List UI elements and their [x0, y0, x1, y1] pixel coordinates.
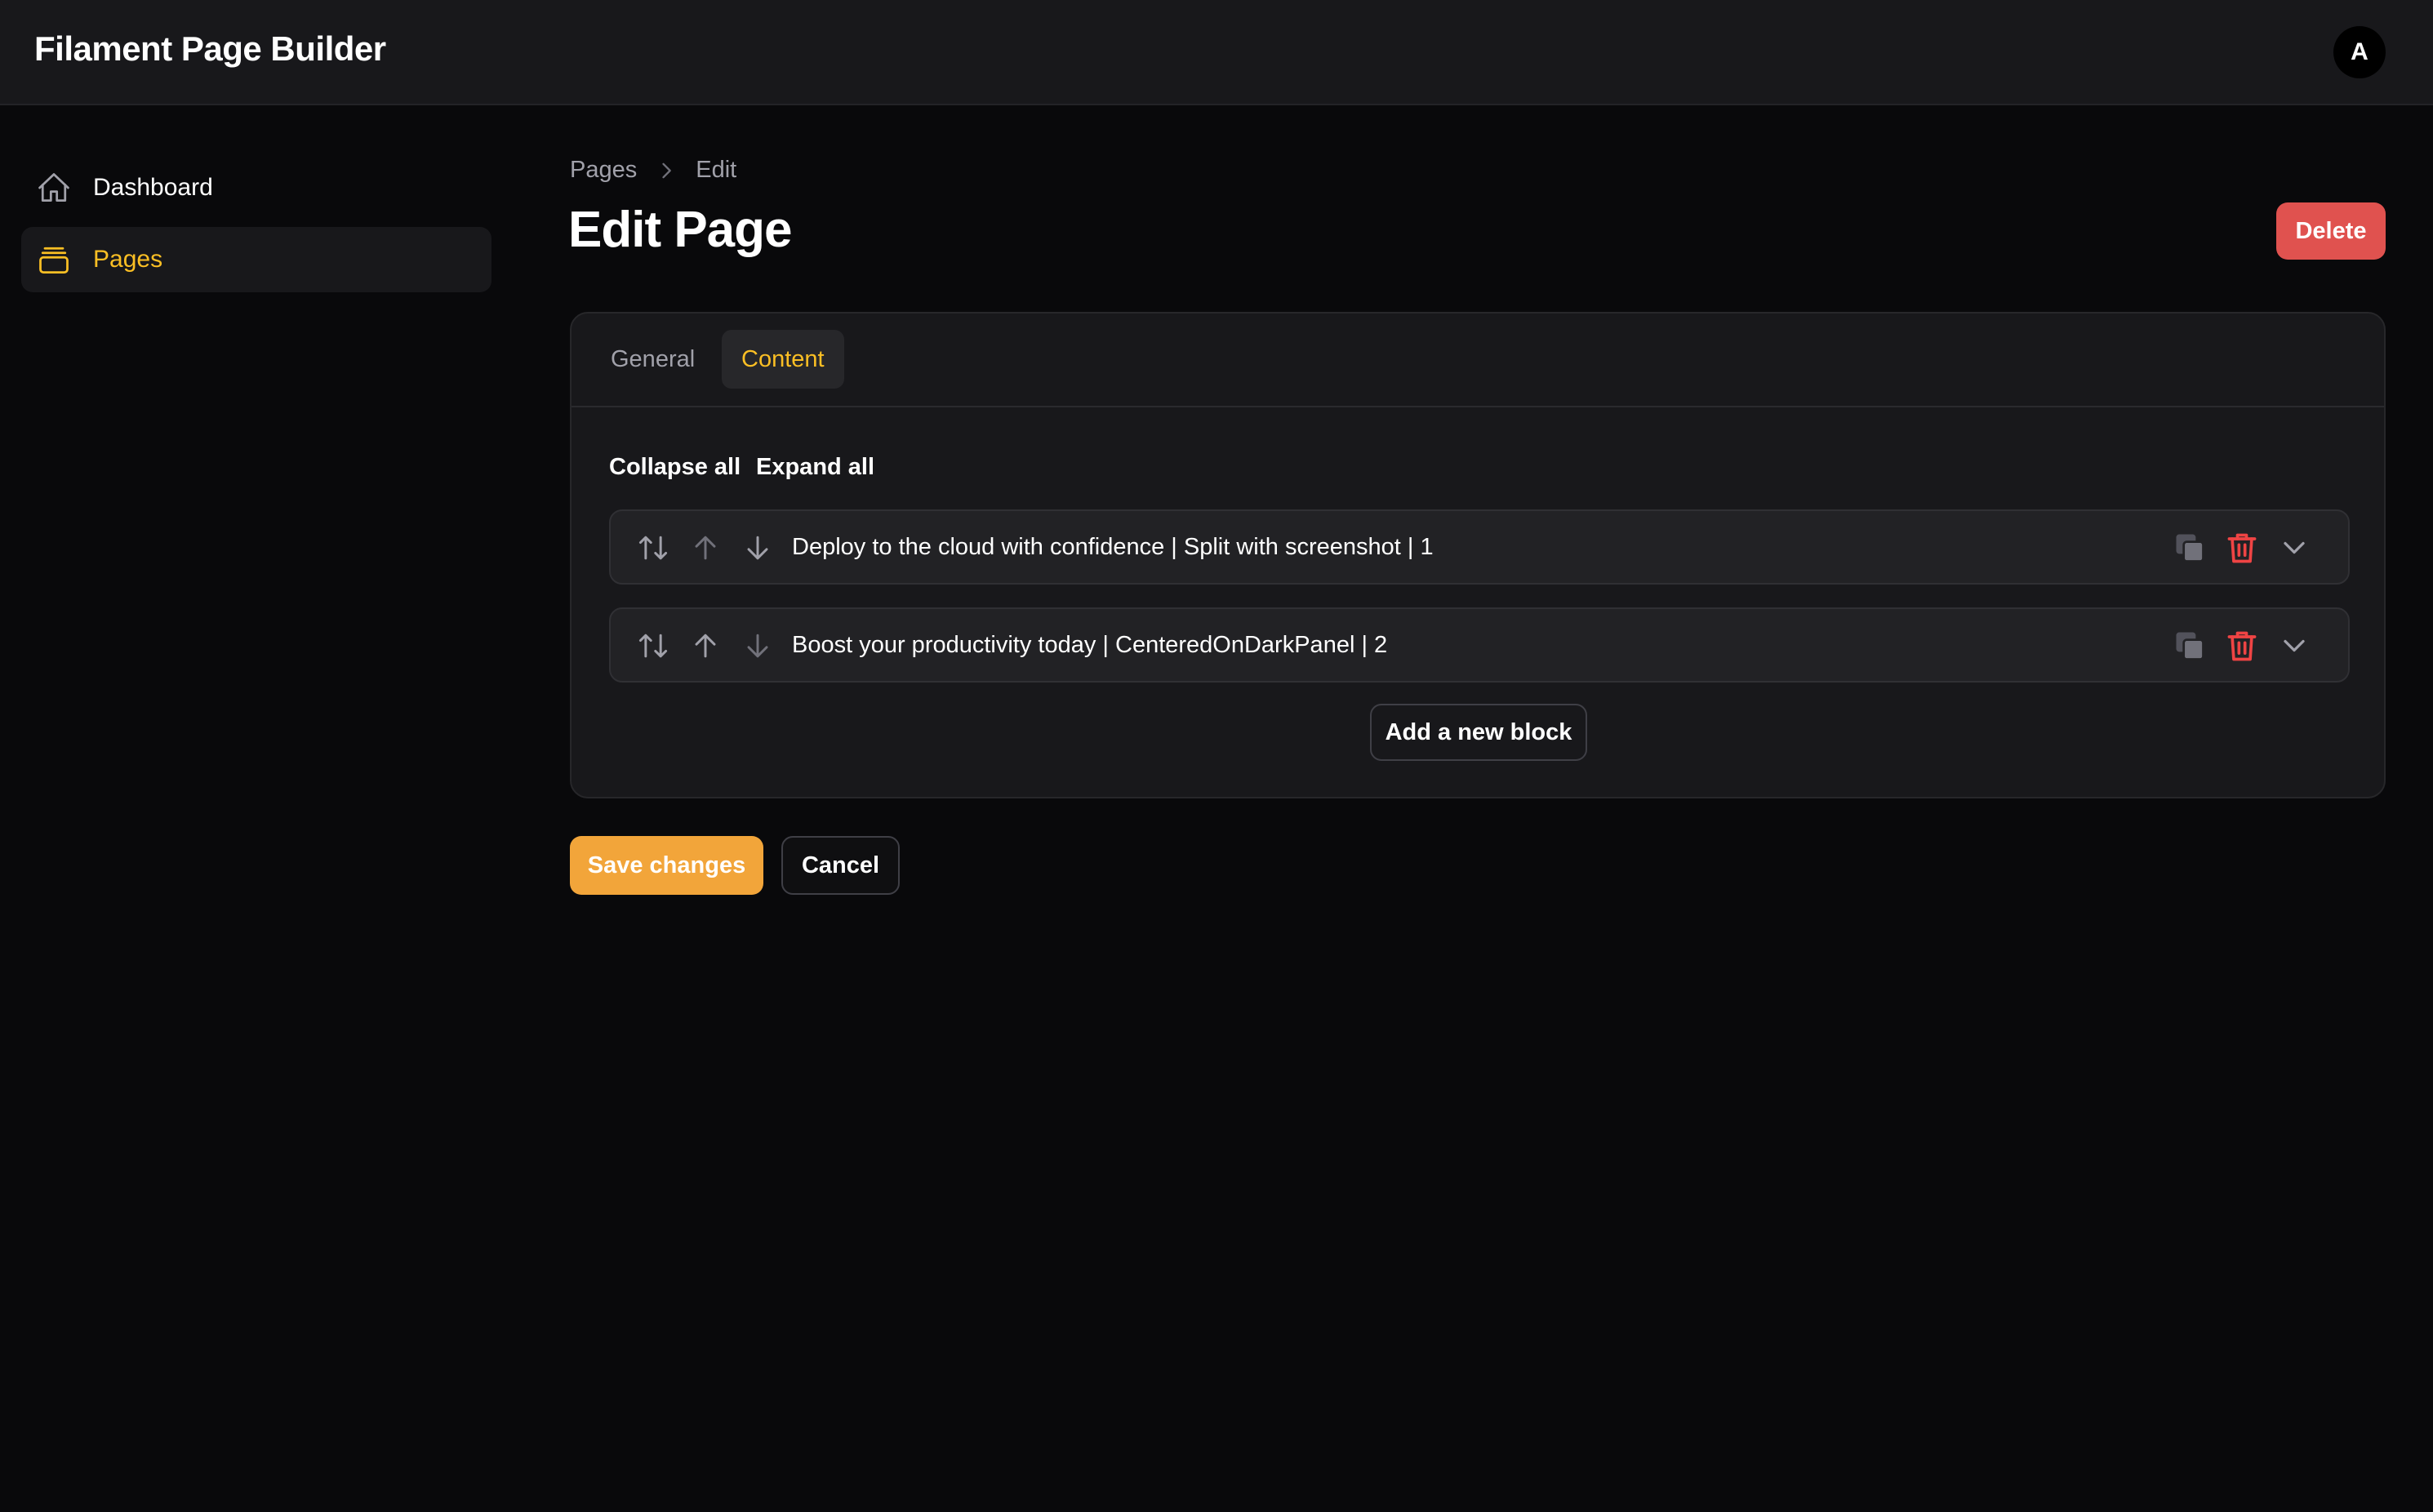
arrow-down-icon[interactable]: [740, 628, 776, 664]
sidebar: Dashboard Pages: [0, 105, 523, 1512]
save-button[interactable]: Save changes: [570, 836, 763, 895]
trash-icon[interactable]: [2224, 628, 2260, 664]
block-title[interactable]: Boost your productivity today | Centered…: [792, 632, 1387, 659]
trash-icon[interactable]: [2224, 530, 2260, 566]
tab-content[interactable]: Content: [722, 330, 844, 389]
delete-button[interactable]: Delete: [2276, 202, 2386, 260]
sidebar-item-pages[interactable]: Pages: [21, 227, 491, 292]
breadcrumb-item-pages[interactable]: Pages: [570, 157, 637, 184]
user-avatar[interactable]: A: [2333, 26, 2386, 78]
arrow-up-icon[interactable]: [687, 628, 723, 664]
chevron-down-icon[interactable]: [2276, 530, 2312, 566]
expand-all-button[interactable]: Expand all: [756, 454, 874, 481]
arrow-down-icon[interactable]: [740, 530, 776, 566]
rectangle-stack-icon: [39, 247, 69, 273]
breadcrumb-item-edit: Edit: [696, 157, 737, 183]
home-icon: [38, 173, 69, 202]
reorder-icon[interactable]: [635, 530, 671, 566]
reorder-icon[interactable]: [635, 628, 671, 664]
block-title[interactable]: Deploy to the cloud with confidence | Sp…: [792, 534, 1434, 561]
tabs: General Content: [572, 314, 2384, 407]
clone-icon[interactable]: [2172, 530, 2208, 566]
chevron-right-icon: [662, 162, 672, 178]
app-title[interactable]: Filament Page Builder: [34, 29, 386, 69]
sidebar-item-label: Dashboard: [93, 174, 213, 201]
chevron-down-icon[interactable]: [2276, 628, 2312, 664]
builder-block: Boost your productivity today | Centered…: [609, 607, 2350, 683]
tab-general[interactable]: General: [591, 330, 714, 389]
page-title: Edit Page: [568, 202, 793, 258]
builder-block: Deploy to the cloud with confidence | Sp…: [609, 509, 2350, 585]
arrow-up-icon[interactable]: [687, 530, 723, 566]
content-card: General Content Collapse all Expand all …: [570, 312, 2386, 798]
clone-icon[interactable]: [2172, 628, 2208, 664]
breadcrumb: Pages Edit: [570, 157, 736, 184]
cancel-button[interactable]: Cancel: [781, 836, 900, 895]
sidebar-item-label: Pages: [93, 246, 163, 273]
sidebar-item-dashboard[interactable]: Dashboard: [21, 155, 491, 220]
add-block-button[interactable]: Add a new block: [1370, 704, 1587, 761]
collapse-all-button[interactable]: Collapse all: [609, 454, 741, 481]
topbar: Filament Page Builder A: [0, 0, 2433, 105]
